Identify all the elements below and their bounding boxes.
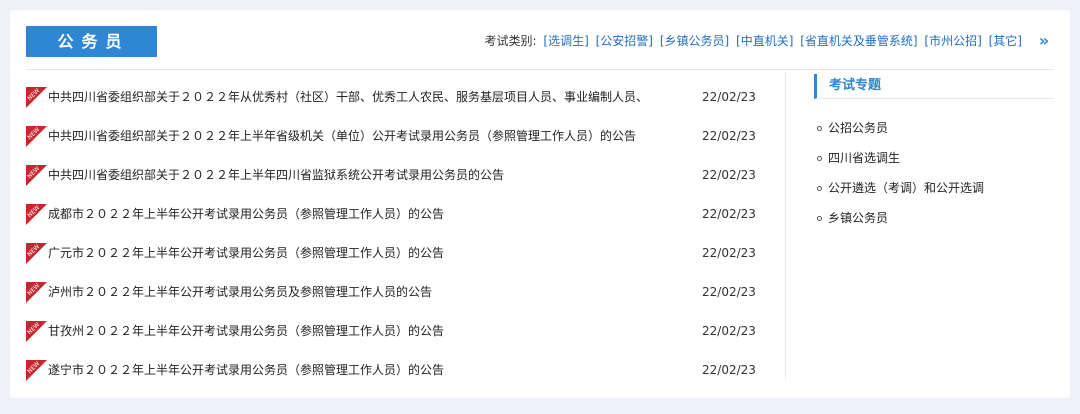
news-date: 22/02/23 — [702, 246, 756, 260]
topic-label[interactable]: 公招公务员 — [828, 121, 888, 135]
news-date: 22/02/23 — [702, 129, 756, 143]
news-title-link[interactable]: 广元市２０２２年上半年公开考试录用公务员（参照管理工作人员）的公告 — [48, 234, 688, 273]
topics-list: 公招公务员 四川省选调生 公开遴选（考调）和公开选调 乡镇公务员 — [814, 113, 1054, 233]
news-title-link[interactable]: 中共四川省委组织部关于２０２２年上半年四川省监狱系统公开考试录用公务员的公告 — [48, 156, 688, 195]
news-list: NEW 中共四川省委组织部关于２０２２年从优秀村（社区）干部、优秀工人农民、服务… — [26, 78, 756, 390]
category-link-xuandiaosheng[interactable]: [选调生] — [543, 34, 588, 48]
category-link-provincial[interactable]: [省直机关及垂管系统] — [800, 34, 917, 48]
list-item[interactable]: NEW 甘孜州２０２２年上半年公开考试录用公务员（参照管理工作人员）的公告 22… — [26, 312, 756, 351]
news-title-link[interactable]: 泸州市２０２２年上半年公开考试录用公务员及参照管理工作人员的公告 — [48, 273, 688, 312]
exam-category-filter: 考试类别: [选调生] [公安招警] [乡镇公务员] [中直机关] [省直机关及… — [485, 33, 1022, 49]
topic-item[interactable]: 公开遴选（考调）和公开选调 — [814, 173, 1054, 203]
list-item[interactable]: NEW 遂宁市２０２２年上半年公开考试录用公务员（参照管理工作人员）的公告 22… — [26, 351, 756, 390]
category-link-city[interactable]: [市州公招] — [924, 34, 981, 48]
category-link-police[interactable]: [公安招警] — [596, 34, 653, 48]
new-badge-icon: NEW — [26, 243, 47, 264]
list-item[interactable]: NEW 中共四川省委组织部关于２０２２年从优秀村（社区）干部、优秀工人农民、服务… — [26, 78, 756, 117]
bullet-icon — [817, 186, 822, 191]
bullet-icon — [817, 126, 822, 131]
column-divider — [785, 72, 786, 380]
new-badge-icon: NEW — [26, 126, 47, 147]
topic-label[interactable]: 四川省选调生 — [828, 151, 900, 165]
news-title-link[interactable]: 中共四川省委组织部关于２０２２年上半年省级机关（单位）公开考试录用公务员（参照管… — [48, 117, 688, 156]
news-title-link[interactable]: 中共四川省委组织部关于２０２２年从优秀村（社区）干部、优秀工人农民、服务基层项目… — [48, 78, 688, 117]
topics-title: 考试专题 — [814, 74, 1054, 99]
news-date: 22/02/23 — [702, 207, 756, 221]
news-date: 22/02/23 — [702, 168, 756, 182]
double-chevron-right-icon[interactable]: » — [1034, 30, 1054, 52]
list-item[interactable]: NEW 广元市２０２２年上半年公开考试录用公务员（参照管理工作人员）的公告 22… — [26, 234, 756, 273]
new-badge-icon: NEW — [26, 165, 47, 186]
news-title-link[interactable]: 甘孜州２０２２年上半年公开考试录用公务员（参照管理工作人员）的公告 — [48, 312, 688, 351]
bullet-icon — [817, 216, 822, 221]
category-link-township[interactable]: [乡镇公务员] — [660, 34, 729, 48]
list-item[interactable]: NEW 成都市２０２２年上半年公开考试录用公务员（参照管理工作人员）的公告 22… — [26, 195, 756, 234]
new-badge-icon: NEW — [26, 282, 47, 303]
news-date: 22/02/23 — [702, 324, 756, 338]
topic-label[interactable]: 乡镇公务员 — [828, 211, 888, 225]
new-badge-icon: NEW — [26, 321, 47, 342]
category-label: 考试类别: — [484, 34, 537, 48]
category-link-other[interactable]: [其它] — [989, 34, 1022, 48]
civil-servant-panel: 公务员 考试类别: [选调生] [公安招警] [乡镇公务员] [中直机关] [省… — [10, 10, 1070, 398]
new-badge-icon: NEW — [26, 360, 47, 381]
topic-label[interactable]: 公开遴选（考调）和公开选调 — [828, 181, 984, 195]
section-tab-civil-servant[interactable]: 公务员 — [26, 26, 157, 57]
list-item[interactable]: NEW 中共四川省委组织部关于２０２２年上半年省级机关（单位）公开考试录用公务员… — [26, 117, 756, 156]
news-title-link[interactable]: 成都市２０２２年上半年公开考试录用公务员（参照管理工作人员）的公告 — [48, 195, 688, 234]
exam-topics-sidebar: 考试专题 公招公务员 四川省选调生 公开遴选（考调）和公开选调 乡镇公务员 — [814, 74, 1054, 233]
new-badge-icon: NEW — [26, 87, 47, 108]
section-header: 公务员 考试类别: [选调生] [公安招警] [乡镇公务员] [中直机关] [省… — [26, 26, 1054, 70]
topic-item[interactable]: 四川省选调生 — [814, 143, 1054, 173]
news-date: 22/02/23 — [702, 285, 756, 299]
news-date: 22/02/23 — [702, 90, 756, 104]
new-badge-icon: NEW — [26, 204, 47, 225]
list-item[interactable]: NEW 泸州市２０２２年上半年公开考试录用公务员及参照管理工作人员的公告 22/… — [26, 273, 756, 312]
list-item[interactable]: NEW 中共四川省委组织部关于２０２２年上半年四川省监狱系统公开考试录用公务员的… — [26, 156, 756, 195]
news-date: 22/02/23 — [702, 363, 756, 377]
category-link-central[interactable]: [中直机关] — [736, 34, 793, 48]
topic-item[interactable]: 乡镇公务员 — [814, 203, 1054, 233]
bullet-icon — [817, 156, 822, 161]
news-title-link[interactable]: 遂宁市２０２２年上半年公开考试录用公务员（参照管理工作人员）的公告 — [48, 351, 688, 390]
topic-item[interactable]: 公招公务员 — [814, 113, 1054, 143]
